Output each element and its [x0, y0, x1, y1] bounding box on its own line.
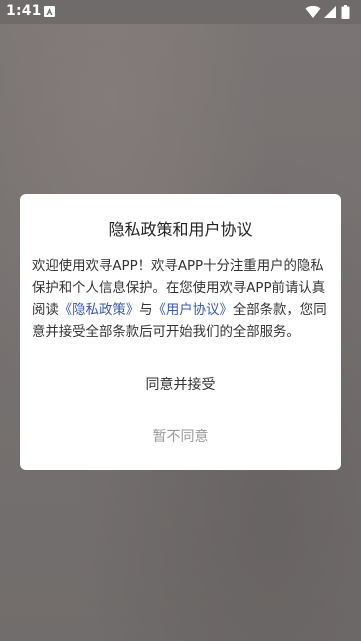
signal-icon [324, 6, 336, 18]
screen: 1:41 隐私政策和用户协议 欢迎使用欢寻APP！欢寻APP十分注重用户的隐私保… [0, 0, 361, 641]
body-text-connector: 与 [139, 303, 153, 318]
privacy-dialog: 隐私政策和用户协议 欢迎使用欢寻APP！欢寻APP十分注重用户的隐私保护和个人信… [20, 194, 341, 470]
dialog-body: 欢迎使用欢寻APP！欢寻APP十分注重用户的隐私保护和个人信息保护。在您使用欢寻… [32, 256, 330, 344]
status-bar: 1:41 [0, 0, 361, 24]
user-agreement-link[interactable]: 《用户协议》 [153, 303, 233, 318]
privacy-policy-link[interactable]: 《隐私政策》 [59, 303, 139, 318]
dialog-title: 隐私政策和用户协议 [108, 220, 253, 239]
battery-icon [341, 5, 350, 19]
status-time: 1:41 [6, 3, 42, 19]
disagree-button[interactable]: 暂不同意 [20, 422, 341, 452]
app-notification-icon [44, 6, 55, 17]
agree-button[interactable]: 同意并接受 [20, 370, 341, 400]
wifi-icon [305, 5, 321, 18]
status-icons [305, 5, 355, 19]
